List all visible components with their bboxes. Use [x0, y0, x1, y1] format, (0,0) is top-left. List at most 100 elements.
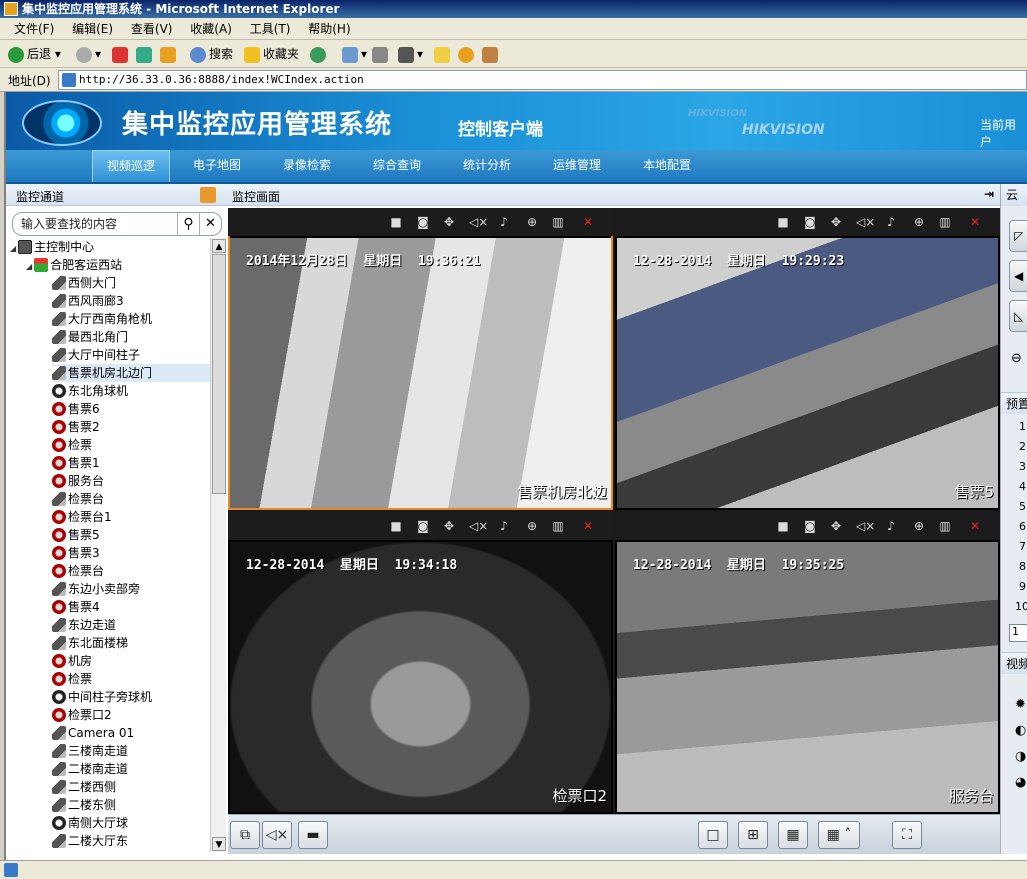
clear-icon[interactable]: ✕ [199, 213, 221, 235]
digital-zoom-icon[interactable]: ⊕ [911, 519, 927, 533]
expand-toggle-icon[interactable]: ◢ [10, 244, 16, 253]
mute-icon[interactable]: ◁× [469, 519, 488, 533]
layout-2x2-button[interactable]: ⊞ [738, 821, 768, 849]
microphone-icon[interactable]: ♪ [883, 215, 899, 229]
tree-item[interactable]: 大厅中间柱子 [52, 346, 140, 364]
snapshot-icon[interactable]: ◙ [415, 519, 431, 533]
snapshot-icon[interactable]: ◙ [802, 519, 818, 533]
digital-zoom-icon[interactable]: ⊕ [524, 215, 540, 229]
tree-item[interactable]: Camera 01 [52, 724, 134, 742]
stream-switch-icon[interactable]: ▥ [550, 519, 566, 533]
tree-item[interactable]: 售票3 [52, 544, 100, 562]
nav-recording-search[interactable]: 录像检索 [272, 150, 342, 182]
tree-item[interactable]: 南侧大厅球 [52, 814, 128, 832]
preset-item[interactable]: 1 [1019, 420, 1026, 433]
tree-scrollbar[interactable]: ▲ ▼ [210, 238, 226, 852]
research-button[interactable] [458, 44, 477, 64]
tree-item[interactable]: 大厅西南角枪机 [52, 310, 152, 328]
video-pane[interactable]: ■ ◙ ✥ ◁× ♪ ⊕ ▥ ✕ 12-28-2014 星期日 19:34:18 检票口2 [228, 512, 613, 814]
home-button[interactable] [160, 44, 179, 64]
menu-tools[interactable]: 工具(T) [250, 18, 291, 40]
menu-view[interactable]: 查看(V) [131, 18, 173, 40]
refresh-button[interactable] [136, 44, 155, 64]
ptz-control-icon[interactable]: ✥ [828, 215, 844, 229]
tree-item[interactable]: 最西北角门 [52, 328, 128, 346]
layout-more-button[interactable]: ▦ ˄ [818, 821, 860, 849]
close-pane-icon[interactable]: ✕ [580, 519, 596, 533]
tree-item[interactable]: 二楼大厅东 [52, 832, 128, 850]
panel-toggle-icon[interactable] [200, 187, 216, 203]
tree-item[interactable]: 检票口2 [52, 706, 112, 724]
close-pane-icon[interactable]: ✕ [580, 215, 596, 229]
nav-statistics[interactable]: 统计分析 [452, 150, 522, 182]
nav-video-patrol[interactable]: 视频巡逻 [92, 150, 170, 182]
layout-1x1-button[interactable]: □ [698, 821, 728, 849]
favorites-button[interactable]: 收藏夹 [244, 44, 299, 64]
preset-item[interactable]: 9 [1019, 580, 1026, 593]
ptz-control-icon[interactable]: ✥ [828, 519, 844, 533]
ptz-left-button[interactable]: ◀ [1009, 260, 1027, 292]
microphone-icon[interactable]: ♪ [883, 519, 899, 533]
preset-item[interactable]: 6 [1019, 520, 1026, 533]
tree-item[interactable]: 西风雨廊3 [52, 292, 124, 310]
nav-e-map[interactable]: 电子地图 [182, 150, 252, 182]
menu-favorites[interactable]: 收藏(A) [190, 18, 232, 40]
video-record-icon[interactable]: ■ [775, 519, 791, 533]
menu-edit[interactable]: 编辑(E) [72, 18, 113, 40]
video-record-icon[interactable]: ■ [775, 215, 791, 229]
brightness-icon[interactable]: ✹ [1015, 698, 1027, 711]
tree-item[interactable]: 三楼南走道 [52, 742, 128, 760]
menu-file[interactable]: 文件(F) [14, 18, 54, 40]
video-record-icon[interactable]: ■ [388, 519, 404, 533]
preset-item[interactable]: 2 [1019, 440, 1026, 453]
stop-button[interactable] [112, 44, 131, 64]
mute-icon[interactable]: ◁× [856, 519, 875, 533]
menu-help[interactable]: 帮助(H) [308, 18, 350, 40]
tree-item[interactable]: 售票机房北边门 [52, 364, 210, 382]
discuss-button[interactable] [434, 44, 453, 64]
close-pane-icon[interactable]: ✕ [967, 215, 983, 229]
messenger-button[interactable] [482, 44, 501, 64]
tree-item[interactable]: ◢ 合肥客运西站 [26, 256, 122, 274]
snapshot-icon[interactable]: ◙ [802, 215, 818, 229]
tree-item[interactable]: 售票2 [52, 418, 100, 436]
ptz-up-left-button[interactable]: ◸ [1009, 220, 1027, 252]
stream-switch-icon[interactable]: ▥ [937, 215, 953, 229]
tree-item[interactable]: 服务台 [52, 472, 104, 490]
tree-item[interactable]: 售票1 [52, 454, 100, 472]
video-pane[interactable]: ■ ◙ ✥ ◁× ♪ ⊕ ▥ ✕ 2014年12月28日 星期日 19:36:21 售票机房北边 [228, 208, 613, 510]
ptz-down-left-button[interactable]: ◺ [1009, 300, 1027, 332]
tree-item[interactable]: 检票台 [52, 490, 104, 508]
edit-button[interactable]: ▾ [398, 44, 423, 64]
saturation-icon[interactable]: ◑ [1015, 750, 1027, 763]
snapshot-icon[interactable]: ◙ [415, 215, 431, 229]
tree-item[interactable]: 二楼南走道 [52, 760, 128, 778]
tree-item[interactable]: 检票 [52, 436, 92, 454]
microphone-icon[interactable]: ♪ [496, 215, 512, 229]
tree-item[interactable]: 检票台 [52, 562, 104, 580]
preset-number-input[interactable]: 1 [1009, 624, 1027, 642]
camera-feed[interactable]: 12-28-2014 星期日 19:29:23 售票5 [617, 238, 998, 508]
tree-item[interactable]: 中间柱子旁球机 [52, 688, 152, 706]
contrast-icon[interactable]: ◐ [1015, 724, 1027, 737]
preset-item[interactable]: 7 [1019, 540, 1026, 553]
back-button[interactable]: 后退 ▾ [8, 44, 61, 64]
close-pane-icon[interactable]: ✕ [967, 519, 983, 533]
tree-item[interactable]: 东北角球机 [52, 382, 128, 400]
preset-item[interactable]: 5 [1019, 500, 1026, 513]
ptz-control-icon[interactable]: ✥ [441, 519, 457, 533]
tree-item[interactable]: 东边走道 [52, 616, 116, 634]
fullscreen-button[interactable]: ⛶ [892, 821, 922, 849]
tree-item[interactable]: 售票4 [52, 598, 100, 616]
history-button[interactable] [310, 44, 329, 64]
nav-local-config[interactable]: 本地配置 [632, 150, 702, 182]
mute-icon[interactable]: ◁× [856, 215, 875, 229]
zoom-out-icon[interactable]: ⊖ [1011, 352, 1024, 365]
search-button[interactable]: 搜索 [190, 44, 233, 64]
scroll-up-arrow-icon[interactable]: ▲ [212, 239, 226, 253]
address-input[interactable]: http://36.33.0.36:8888/index!WCIndex.act… [58, 70, 1027, 90]
search-icon[interactable]: ⚲ [177, 213, 199, 235]
camera-feed[interactable]: 12-28-2014 星期日 19:34:18 检票口2 [230, 542, 611, 812]
forward-button[interactable]: ▾ [76, 44, 101, 64]
preset-item[interactable]: 8 [1019, 560, 1026, 573]
